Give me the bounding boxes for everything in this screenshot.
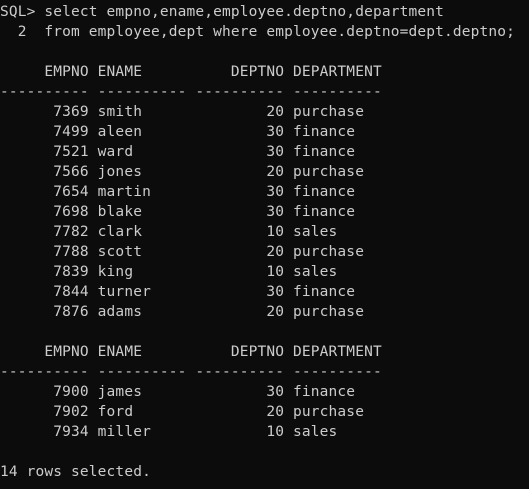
table-row: 7844 turner 30 finance [0,284,356,300]
table-row: 7782 clark 10 sales [0,224,338,240]
table-row: 7698 blake 30 finance [0,204,356,220]
terminal-window[interactable]: SQL> select empno,ename,employee.deptno,… [0,0,529,489]
column-separator: ---------- ---------- ---------- -------… [0,364,382,380]
table-row: 7499 aleen 30 finance [0,124,356,140]
column-header: EMPNO ENAME DEPTNO DEPARTMENT [0,64,382,80]
table-row: 7934 miller 10 sales [0,424,338,440]
column-header: EMPNO ENAME DEPTNO DEPARTMENT [0,344,382,360]
table-row: 7654 martin 30 finance [0,184,356,200]
table-row: 7521 ward 30 finance [0,144,356,160]
sql-continuation-line: 2 from employee,dept where employee.dept… [0,24,516,40]
table-row: 7566 jones 20 purchase [0,164,365,180]
result-block-2: EMPNO ENAME DEPTNO DEPARTMENT ----------… [0,342,529,442]
table-row: 7788 scott 20 purchase [0,244,365,260]
table-row: 7876 adams 20 purchase [0,304,365,320]
sql-prompt-line: SQL> select empno,ename,employee.deptno,… [0,4,444,20]
rows-selected-footer: 14 rows selected. [0,464,151,480]
table-row: 7369 smith 20 purchase [0,104,365,120]
table-row: 7839 king 10 sales [0,264,338,280]
table-row: 7902 ford 20 purchase [0,404,365,420]
table-row: 7900 james 30 finance [0,384,356,400]
result-block-1: EMPNO ENAME DEPTNO DEPARTMENT ----------… [0,62,529,322]
column-separator: ---------- ---------- ---------- -------… [0,84,382,100]
